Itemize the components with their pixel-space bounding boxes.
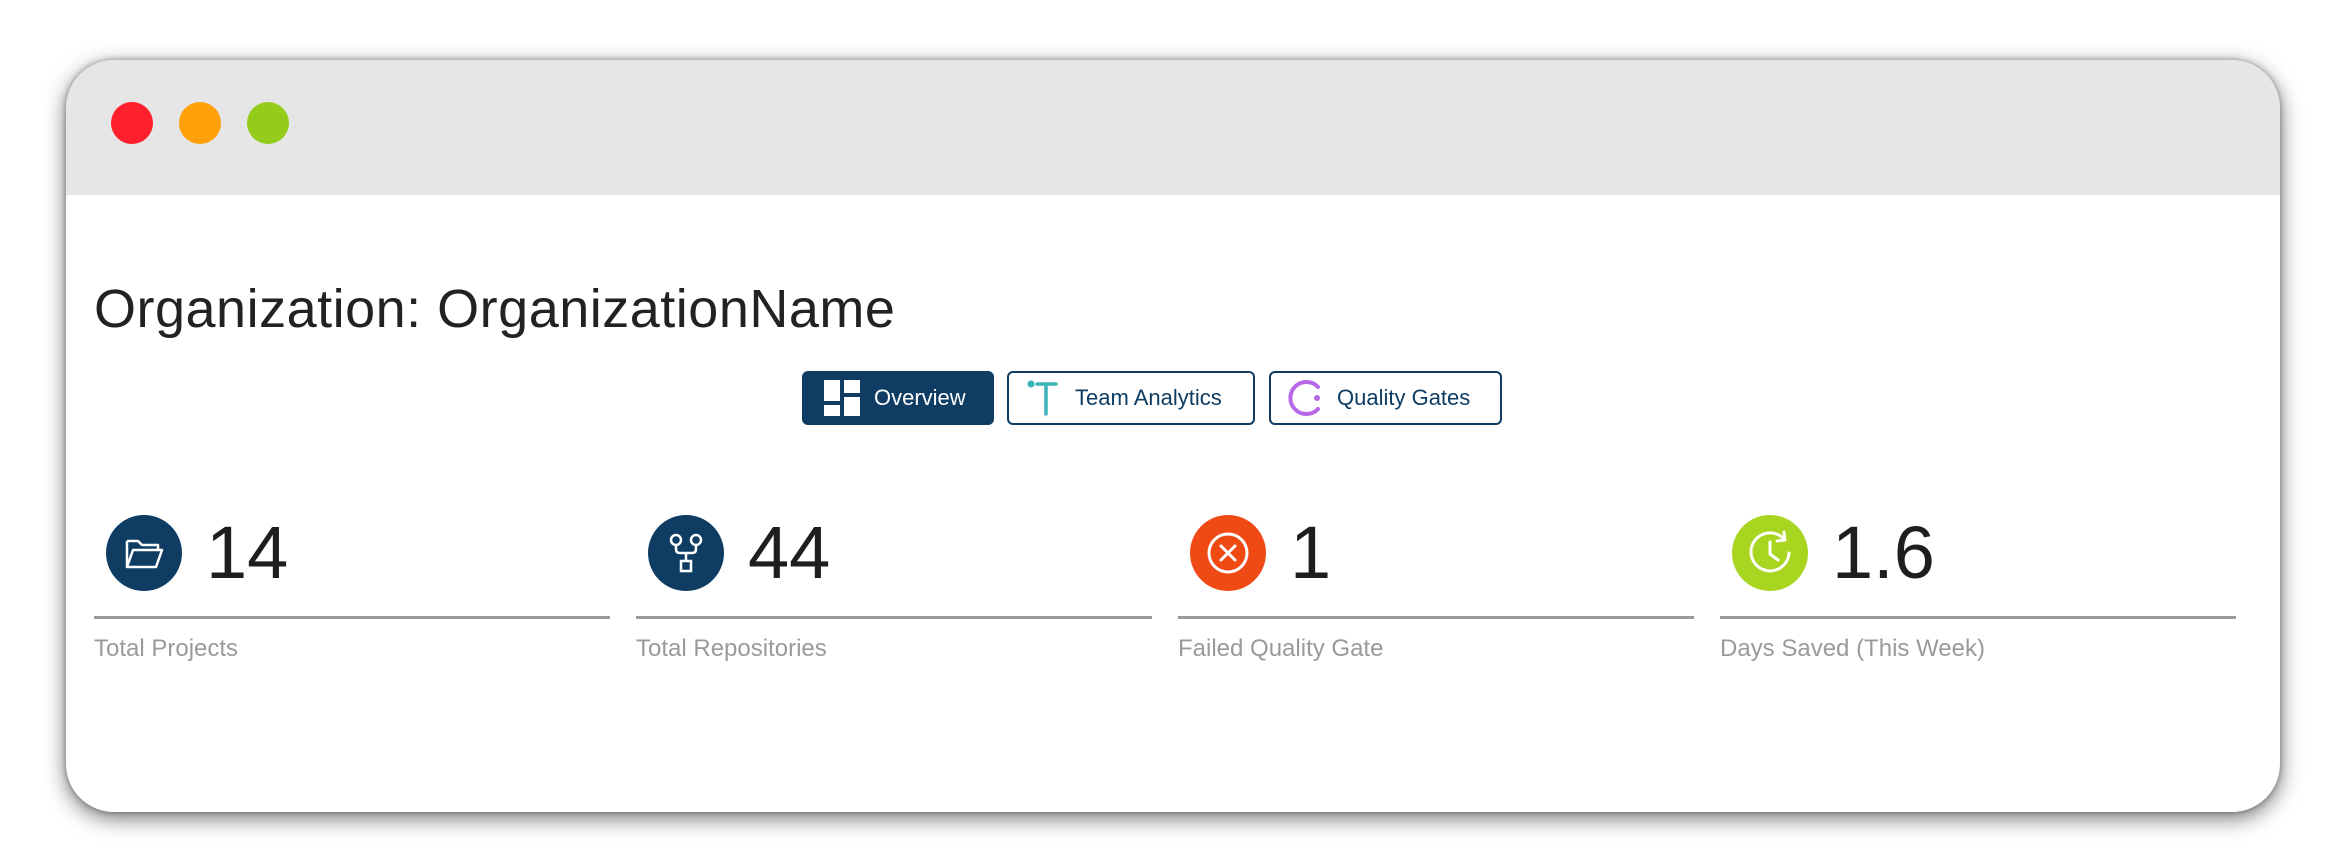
divider — [1178, 616, 1694, 619]
stat-label: Days Saved (This Week) — [1720, 635, 1985, 662]
stat-value: 1.6 — [1832, 511, 1935, 594]
tab-team-analytics[interactable]: Team Analytics — [1007, 371, 1255, 425]
dashboard-grid-icon — [822, 378, 862, 418]
stat-value: 14 — [206, 511, 289, 594]
tab-quality-gates-label: Quality Gates — [1337, 385, 1471, 410]
stat-value: 1 — [1290, 511, 1332, 594]
tab-overview-label: Overview — [874, 385, 966, 410]
tab-bar: Overview Team Analytics Quality Gates — [66, 371, 2280, 429]
page-title: Organization: OrganizationName — [94, 279, 896, 339]
stat-days-saved: 1.6 Days Saved (This Week) — [1720, 511, 2236, 685]
repository-branch-icon — [648, 515, 724, 591]
team-analytics-icon — [1023, 378, 1063, 418]
window-minimize-button[interactable] — [179, 102, 221, 144]
divider — [94, 616, 610, 619]
stat-label: Total Repositories — [636, 635, 827, 662]
quality-gate-icon — [1285, 378, 1325, 418]
clock-icon — [1732, 515, 1808, 591]
divider — [636, 616, 1152, 619]
tab-overview[interactable]: Overview — [802, 371, 994, 425]
stat-label: Total Projects — [94, 635, 239, 662]
divider — [1720, 616, 2236, 619]
folder-icon — [106, 515, 182, 591]
window-titlebar — [66, 60, 2280, 195]
stat-total-projects: 14 Total Projects — [94, 511, 610, 685]
window-close-button[interactable] — [111, 102, 153, 144]
tab-quality-gates[interactable]: Quality Gates — [1269, 371, 1502, 425]
window-maximize-button[interactable] — [247, 102, 289, 144]
stat-total-repositories: 44 Total Repositories — [636, 511, 1152, 685]
failed-x-icon — [1190, 515, 1266, 591]
stat-failed-quality-gate: 1 Failed Quality Gate — [1178, 511, 1694, 685]
app-window: Organization: OrganizationName Overview — [66, 60, 2280, 812]
stat-label: Failed Quality Gate — [1178, 635, 1384, 662]
stat-value: 44 — [748, 511, 831, 594]
tab-team-analytics-label: Team Analytics — [1075, 385, 1222, 410]
